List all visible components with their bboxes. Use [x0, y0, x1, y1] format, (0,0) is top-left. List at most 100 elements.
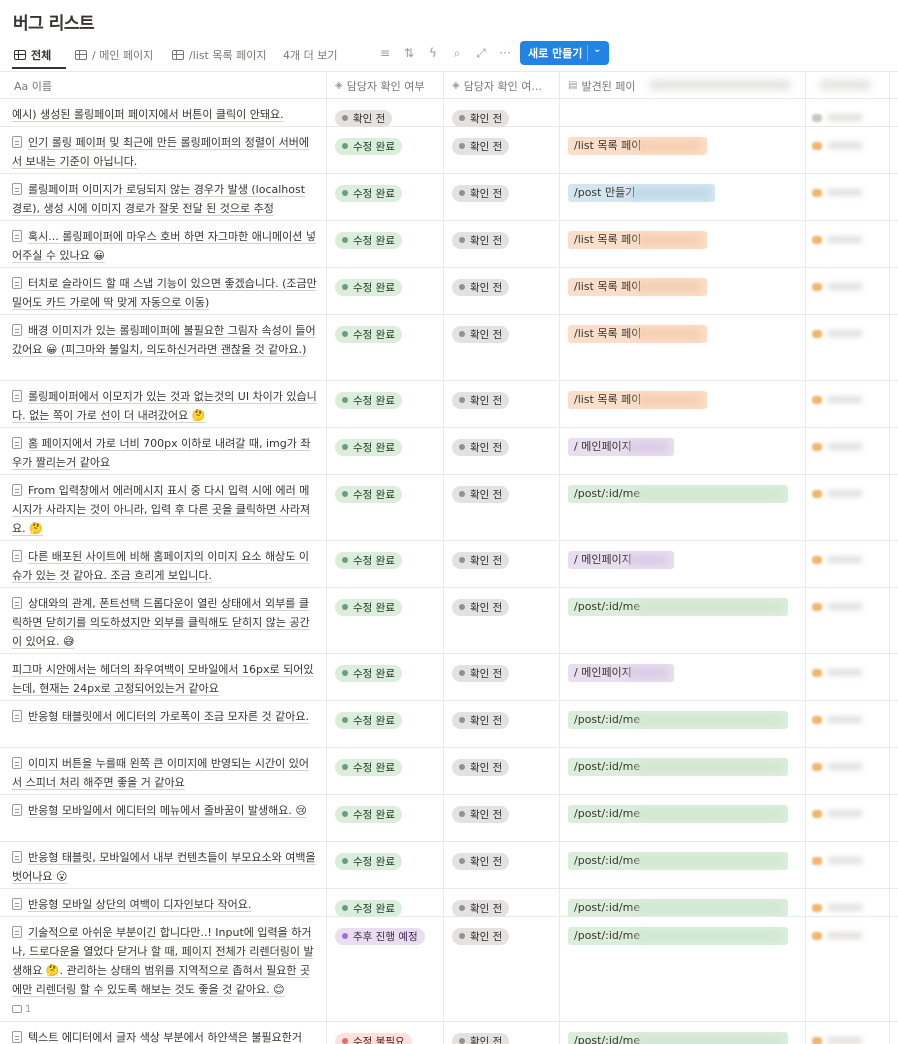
name-cell[interactable]: 피그마 시안에서는 헤더의 좌우여백이 모바일에서 16px로 되어있는데, 현…	[0, 654, 327, 700]
name-cell[interactable]: 다른 배포된 사이트에 비해 홈페이지의 이미지 요소 해상도 이슈가 있는 것…	[0, 541, 327, 587]
bug-title[interactable]: 반응형 모바일에서 에디터의 메뉴에서 줄바꿈이 발생해요. 😢	[28, 804, 307, 817]
status1-cell[interactable]: 수정 완료	[327, 315, 444, 380]
page-tag[interactable]: /list 목록 페이	[568, 278, 708, 296]
comment-count[interactable]: 1	[12, 1000, 318, 1019]
status2-cell[interactable]: 확인 전	[444, 475, 560, 540]
tab-main-page[interactable]: / 메인 페이지	[75, 44, 153, 66]
status1-cell[interactable]: 수정 완료	[327, 268, 444, 314]
expand-icon[interactable]: ⤢	[473, 46, 489, 61]
blurred-cell[interactable]	[806, 701, 890, 747]
page-tag[interactable]: /post/:id/me	[568, 1032, 789, 1044]
page-tag[interactable]: /list 목록 페이	[568, 231, 708, 249]
status2-cell[interactable]: 확인 전	[444, 748, 560, 794]
more-views-button[interactable]: 4개 더 보기	[283, 44, 337, 66]
table-row[interactable]: 터치로 슬라이드 할 때 스냅 기능이 있으면 좋겠습니다. (조금만 밀어도 …	[0, 268, 898, 315]
status1-cell[interactable]: 수정 완료	[327, 701, 444, 747]
page-tag[interactable]: /post/:id/me	[568, 485, 789, 503]
page-cell[interactable]: /post/:id/me	[560, 795, 806, 841]
status2-cell[interactable]: 확인 전	[444, 315, 560, 380]
column-header-blurred[interactable]	[806, 72, 890, 99]
table-row[interactable]: 반응형 모바일에서 에디터의 메뉴에서 줄바꿈이 발생해요. 😢 수정 완료 확인 …	[0, 795, 898, 842]
status1-cell[interactable]: 수정 완료	[327, 127, 444, 173]
new-button[interactable]: 새로 만들기 ⌄	[520, 41, 609, 65]
status2-cell[interactable]: 확인 전	[444, 795, 560, 841]
status1-cell[interactable]: 수정 완료	[327, 221, 444, 267]
page-tag[interactable]: /post/:id/me	[568, 899, 789, 916]
name-cell[interactable]: 상대와의 관계, 폰트선택 드롭다운이 열린 상태에서 외부를 클릭하면 닫히기…	[0, 588, 327, 653]
status2-cell[interactable]: 확인 전	[444, 701, 560, 747]
table-row[interactable]: 홈 페이지에서 가로 너비 700px 이하로 내려갈 때, img가 좌우가 …	[0, 428, 898, 475]
status1-cell[interactable]: 수정 완료	[327, 475, 444, 540]
name-cell[interactable]: 이미지 버튼을 누를때 왼쪽 큰 이미지에 반영되는 시간이 있어서 스피너 처…	[0, 748, 327, 794]
blurred-cell[interactable]	[806, 889, 890, 916]
status1-cell[interactable]: 수정 완료	[327, 588, 444, 653]
column-header-name[interactable]: Aa 이름	[0, 72, 327, 99]
status1-cell[interactable]: 수정 완료	[327, 174, 444, 220]
bug-title[interactable]: 반응형 모바일 상단의 여백이 디자인보다 작어요.	[28, 898, 251, 911]
table-row[interactable]: 인기 롤링 페이퍼 및 최근에 만든 롤링페이퍼의 정렬이 서버에서 보내는 기…	[0, 127, 898, 174]
table-row[interactable]: 기술적으로 아쉬운 부분이긴 합니다만..! Input에 입력을 하거나, 드…	[0, 917, 898, 1022]
column-header-status1[interactable]: ◈ 담당자 확인 여부	[327, 72, 444, 99]
page-tag[interactable]: /post/:id/me	[568, 758, 789, 776]
blurred-cell[interactable]	[806, 654, 890, 700]
automation-lightning-icon[interactable]: ϟ	[425, 46, 441, 60]
more-options-icon[interactable]: ···	[497, 46, 513, 60]
blurred-cell[interactable]	[806, 127, 890, 173]
tab-list-page[interactable]: /list 목록 페이지	[172, 44, 266, 66]
status2-cell[interactable]: 확인 전	[444, 127, 560, 173]
bug-title[interactable]: 롤링페이퍼 이미지가 로딩되지 않는 경우가 발생 (localhost 경로)…	[12, 183, 305, 215]
page-cell[interactable]: /list 목록 페이	[560, 315, 806, 380]
page-tag[interactable]: / 메인페이지	[568, 664, 674, 682]
column-header-status2[interactable]: ◈ 담당자 확인 여...	[444, 72, 560, 99]
blurred-cell[interactable]	[806, 268, 890, 314]
bug-title[interactable]: 반응형 태블릿에서 에디터의 가로폭이 조금 모자른 것 같아요.	[28, 710, 309, 723]
page-tag[interactable]: /post/:id/me	[568, 805, 789, 823]
name-cell[interactable]: 반응형 모바일 상단의 여백이 디자인보다 작어요.	[0, 889, 327, 916]
status2-cell[interactable]: 확인 전	[444, 174, 560, 220]
table-row[interactable]: 혹시... 롤링페이퍼에 마우스 호버 하면 자그마한 애니메이션 넣어주실 수…	[0, 221, 898, 268]
status1-cell[interactable]: 수정 완료	[327, 541, 444, 587]
status2-cell[interactable]: 확인 전	[444, 99, 560, 127]
name-cell[interactable]: 인기 롤링 페이퍼 및 최근에 만든 롤링페이퍼의 정렬이 서버에서 보내는 기…	[0, 127, 327, 173]
page-tag[interactable]: /post/:id/me	[568, 927, 789, 945]
status1-cell[interactable]: 수정 완료	[327, 795, 444, 841]
blurred-cell[interactable]	[806, 1022, 890, 1044]
table-row[interactable]: 반응형 태블릿, 모바일에서 내부 컨텐츠들이 부모요소와 여백을 벗어나요 😮…	[0, 842, 898, 889]
bug-title[interactable]: 피그마 시안에서는 헤더의 좌우여백이 모바일에서 16px로 되어있는데, 현…	[12, 663, 313, 695]
name-cell[interactable]: 터치로 슬라이드 할 때 스냅 기능이 있으면 좋겠습니다. (조금만 밀어도 …	[0, 268, 327, 314]
status1-cell[interactable]: 수정 불필요	[327, 1022, 444, 1044]
page-cell[interactable]: /post/:id/me	[560, 1022, 806, 1044]
name-cell[interactable]: 배경 이미지가 있는 롤링페이퍼에 불필요한 그림자 속성이 들어갔어요 😀 (…	[0, 315, 327, 380]
blurred-cell[interactable]	[806, 917, 890, 1021]
table-row[interactable]: 상대와의 관계, 폰트선택 드롭다운이 열린 상태에서 외부를 클릭하면 닫히기…	[0, 588, 898, 654]
name-cell[interactable]: 롤링페이퍼 이미지가 로딩되지 않는 경우가 발생 (localhost 경로)…	[0, 174, 327, 220]
blurred-cell[interactable]	[806, 588, 890, 653]
page-tag[interactable]: /post/:id/me	[568, 852, 789, 870]
table-row[interactable]: 반응형 태블릿에서 에디터의 가로폭이 조금 모자른 것 같아요. 수정 완료 확인…	[0, 701, 898, 748]
status2-cell[interactable]: 확인 전	[444, 268, 560, 314]
status2-cell[interactable]: 확인 전	[444, 654, 560, 700]
status2-cell[interactable]: 확인 전	[444, 221, 560, 267]
tab-all[interactable]: 전체	[14, 44, 51, 66]
page-tag[interactable]: / 메인페이지	[568, 438, 674, 456]
table-row[interactable]: 예시) 생성된 롤링페이퍼 페이지에서 버튼이 클릭이 안돼요. 확인 전 확인 전	[0, 99, 898, 127]
page-tag[interactable]: /list 목록 페이	[568, 391, 708, 409]
status1-cell[interactable]: 수정 완료	[327, 842, 444, 888]
name-cell[interactable]: 예시) 생성된 롤링페이퍼 페이지에서 버튼이 클릭이 안돼요.	[0, 99, 327, 126]
status2-cell[interactable]: 확인 전	[444, 541, 560, 587]
page-cell[interactable]: / 메인페이지	[560, 428, 806, 474]
blurred-cell[interactable]	[806, 381, 890, 427]
page-cell[interactable]: /post/:id/me	[560, 889, 806, 916]
status1-cell[interactable]: 수정 완료	[327, 748, 444, 794]
page-cell[interactable]	[560, 99, 806, 126]
bug-title[interactable]: 혹시... 롤링페이퍼에 마우스 호버 하면 자그마한 애니메이션 넣어주실 수…	[12, 230, 316, 262]
page-cell[interactable]: /post/:id/me	[560, 588, 806, 653]
page-cell[interactable]: /post/:id/me	[560, 748, 806, 794]
blurred-cell[interactable]	[806, 315, 890, 380]
table-row[interactable]: 롤링페이퍼에서 이모지가 있는 것과 없는것의 UI 차이가 있습니다. 없는 …	[0, 381, 898, 428]
page-tag[interactable]: /post/:id/me	[568, 598, 789, 616]
status2-cell[interactable]: 확인 전	[444, 917, 560, 1021]
status2-cell[interactable]: 확인 전	[444, 1022, 560, 1044]
table-row[interactable]: 이미지 버튼을 누를때 왼쪽 큰 이미지에 반영되는 시간이 있어서 스피너 처…	[0, 748, 898, 795]
page-cell[interactable]: / 메인페이지	[560, 541, 806, 587]
